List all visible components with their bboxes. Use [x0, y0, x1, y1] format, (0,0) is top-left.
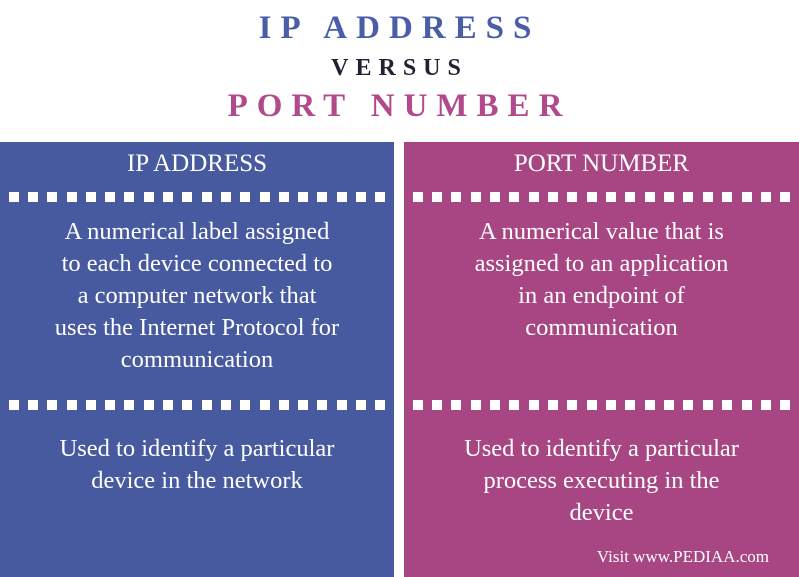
divider-dot — [567, 400, 578, 410]
divider-dot — [143, 192, 154, 202]
ip-address-heading: IP ADDRESS — [126, 150, 268, 177]
dotted-divider — [0, 192, 394, 203]
divider-dot — [606, 192, 617, 202]
divider-dot — [220, 400, 231, 410]
divider-dot — [644, 192, 655, 202]
divider-dot — [683, 400, 694, 410]
divider-dot — [702, 400, 713, 410]
divider-dot — [644, 400, 655, 410]
divider-dot — [741, 192, 752, 202]
divider-dot — [27, 192, 38, 202]
divider-dot — [432, 192, 443, 202]
divider-dot — [567, 192, 578, 202]
divider-dot — [105, 192, 116, 202]
divider-dot — [470, 400, 481, 410]
divider-dot — [8, 192, 19, 202]
divider-dot — [683, 192, 694, 202]
divider-dot — [586, 192, 597, 202]
divider-dot — [182, 192, 193, 202]
dotted-divider — [404, 400, 799, 411]
divider-dot — [124, 192, 135, 202]
divider-dot — [259, 400, 270, 410]
divider-dot — [201, 192, 212, 202]
title-ip-address: IP ADDRESS — [258, 10, 541, 46]
divider-dot — [625, 400, 636, 410]
divider-dot — [27, 400, 38, 410]
divider-dot — [509, 192, 520, 202]
divider-dot — [490, 400, 501, 410]
divider-dot — [528, 192, 539, 202]
divider-dot — [298, 192, 309, 202]
divider-dot — [432, 400, 443, 410]
divider-dot — [278, 192, 289, 202]
footer-link[interactable]: Visit www.PEDIAA.com — [597, 547, 769, 567]
ip-address-panel: IP ADDRESS A numerical label assigned to… — [0, 142, 394, 577]
divider-dot — [470, 192, 481, 202]
divider-dot — [240, 192, 251, 202]
divider-dot — [105, 400, 116, 410]
divider-dot — [760, 192, 771, 202]
divider-dot — [163, 400, 174, 410]
divider-dot — [451, 400, 462, 410]
divider-dot — [528, 400, 539, 410]
divider-dot — [336, 400, 347, 410]
divider-dot — [664, 192, 675, 202]
divider-dot — [317, 192, 328, 202]
divider-dot — [412, 192, 423, 202]
divider-dot — [298, 400, 309, 410]
port-number-definition: A numerical value that is assigned to an… — [474, 218, 729, 341]
divider-dot — [47, 400, 58, 410]
divider-dot — [586, 400, 597, 410]
divider-dot — [780, 400, 791, 410]
divider-dot — [548, 192, 559, 202]
divider-dot — [760, 400, 771, 410]
divider-dot — [355, 192, 366, 202]
divider-dot — [163, 192, 174, 202]
divider-dot — [741, 400, 752, 410]
divider-dot — [490, 192, 501, 202]
divider-dot — [355, 400, 366, 410]
divider-dot — [278, 400, 289, 410]
divider-dot — [143, 400, 154, 410]
divider-dot — [85, 400, 96, 410]
divider-dot — [375, 400, 386, 410]
divider-dot — [336, 192, 347, 202]
dotted-divider — [0, 400, 394, 411]
divider-dot — [780, 192, 791, 202]
divider-dot — [66, 192, 77, 202]
divider-dot — [606, 400, 617, 410]
divider-dot — [548, 400, 559, 410]
divider-dot — [85, 192, 96, 202]
divider-dot — [317, 400, 328, 410]
ip-address-purpose: Used to identify a particular device in … — [59, 435, 335, 494]
dotted-divider — [404, 192, 799, 203]
divider-dot — [509, 400, 520, 410]
divider-dot — [66, 400, 77, 410]
divider-dot — [451, 192, 462, 202]
divider-dot — [8, 400, 19, 410]
divider-dot — [702, 192, 713, 202]
title-port-number: PORT NUMBER — [227, 88, 572, 124]
divider-dot — [182, 400, 193, 410]
divider-dot — [375, 192, 386, 202]
divider-dot — [47, 192, 58, 202]
divider-dot — [220, 192, 231, 202]
divider-dot — [722, 192, 733, 202]
divider-dot — [201, 400, 212, 410]
port-number-purpose: Used to identify a particular process ex… — [464, 435, 739, 526]
divider-dot — [722, 400, 733, 410]
title-versus: VERSUS — [331, 55, 468, 81]
divider-dot — [124, 400, 135, 410]
port-number-panel: PORT NUMBER A numerical value that is as… — [404, 142, 799, 577]
port-number-heading: PORT NUMBER — [513, 150, 690, 177]
divider-dot — [259, 192, 270, 202]
divider-dot — [412, 400, 423, 410]
ip-address-definition: A numerical label assigned to each devic… — [54, 218, 340, 373]
divider-dot — [240, 400, 251, 410]
divider-dot — [664, 400, 675, 410]
divider-dot — [625, 192, 636, 202]
